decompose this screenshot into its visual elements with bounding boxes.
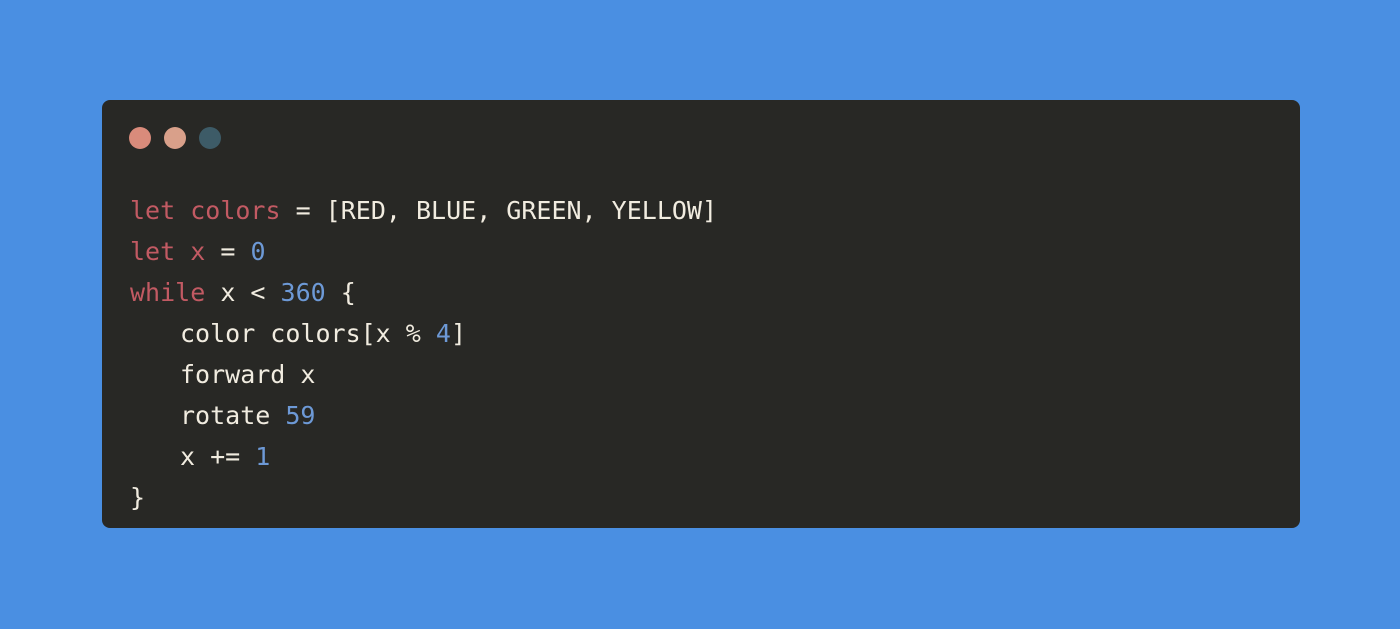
code-line: }: [130, 477, 717, 518]
code-token-kw: let: [130, 237, 176, 266]
code-token-plain: ]: [450, 319, 466, 348]
code-line: x += 1: [130, 436, 717, 477]
code-line: color colors[x % 4]: [130, 313, 717, 354]
code-token-plain: {: [325, 278, 356, 307]
code-token-num: 0: [250, 237, 266, 266]
minimize-dot-icon[interactable]: [164, 127, 186, 149]
code-line: while x < 360 {: [130, 272, 717, 313]
code-token-plain: = [RED, BLUE, GREEN, YELLOW]: [280, 196, 718, 225]
code-token-kw: let: [130, 196, 176, 225]
code-token-plain: =: [205, 237, 251, 266]
code-token-var: colors: [190, 196, 281, 225]
code-token-plain: forward x: [180, 360, 316, 389]
maximize-dot-icon[interactable]: [199, 127, 221, 149]
code-line: rotate 59: [130, 395, 717, 436]
window-controls: [129, 127, 221, 149]
code-token-plain: x <: [205, 278, 281, 307]
code-line: let x = 0: [130, 231, 717, 272]
code-token-num: 59: [285, 401, 316, 430]
code-token-plain: rotate: [180, 401, 286, 430]
code-token-num: 1: [255, 442, 271, 471]
code-line: forward x: [130, 354, 717, 395]
code-line: let colors = [RED, BLUE, GREEN, YELLOW]: [130, 190, 717, 231]
close-dot-icon[interactable]: [129, 127, 151, 149]
code-block: let colors = [RED, BLUE, GREEN, YELLOW] l…: [130, 190, 717, 518]
code-token-plain: color colors[x %: [180, 319, 436, 348]
code-token-kw: while: [130, 278, 206, 307]
code-token-plain: x +=: [180, 442, 256, 471]
code-token-var: x: [190, 237, 206, 266]
code-token-num: 4: [435, 319, 451, 348]
code-token-plain: }: [130, 483, 146, 512]
code-token-num: 360: [280, 278, 326, 307]
code-window: let colors = [RED, BLUE, GREEN, YELLOW] l…: [102, 100, 1300, 528]
